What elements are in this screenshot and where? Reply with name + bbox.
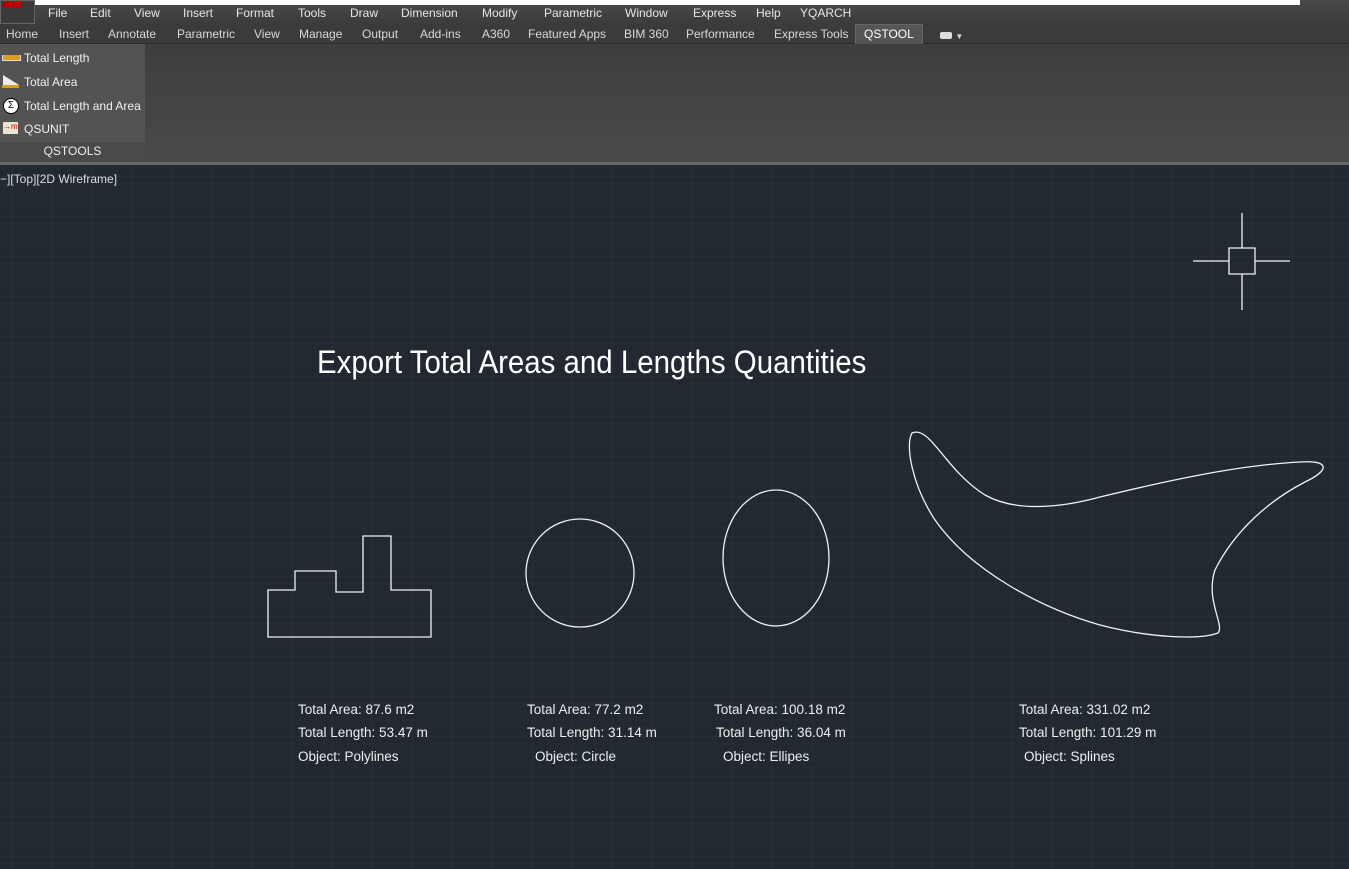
unit-icon: →m bbox=[2, 122, 20, 136]
tab-qstool[interactable]: QSTOOL bbox=[855, 24, 923, 44]
tab-annotate[interactable]: Annotate bbox=[108, 27, 156, 41]
qsunit-label: QSUNIT bbox=[24, 122, 70, 136]
tab-view[interactable]: View bbox=[254, 27, 280, 41]
polyline-area: Total Area: 87.6 m2 bbox=[298, 702, 415, 717]
menu-format[interactable]: Format bbox=[236, 6, 274, 20]
tab-add-ins[interactable]: Add-ins bbox=[420, 27, 461, 41]
ruler-icon bbox=[2, 51, 21, 65]
sigma-icon: Σ bbox=[2, 98, 20, 114]
menu-window[interactable]: Window bbox=[625, 6, 668, 20]
ellipse-area: Total Area: 100.18 m2 bbox=[714, 702, 846, 717]
menu-edit[interactable]: Edit bbox=[90, 6, 111, 20]
menu-bar: File Edit View Insert Format Tools Draw … bbox=[0, 0, 1349, 24]
qsunit-button[interactable]: →m QSUNIT bbox=[0, 118, 69, 140]
panel-toggle-icon[interactable]: ▼ bbox=[940, 28, 963, 42]
drawing-title: Export Total Areas and Lengths Quantitie… bbox=[317, 344, 867, 380]
tab-insert[interactable]: Insert bbox=[59, 27, 89, 41]
polyline-object: Object: Polylines bbox=[298, 749, 399, 764]
menu-parametric[interactable]: Parametric bbox=[544, 6, 602, 20]
menu-yqarch[interactable]: YQARCH bbox=[800, 6, 851, 20]
drawing-canvas[interactable] bbox=[0, 165, 1349, 869]
menu-draw[interactable]: Draw bbox=[350, 6, 378, 20]
total-length-button[interactable]: Total Length bbox=[0, 47, 89, 69]
menu-help[interactable]: Help bbox=[756, 6, 781, 20]
grid bbox=[0, 165, 1349, 869]
viewport-label[interactable]: −][Top][2D Wireframe] bbox=[0, 172, 117, 186]
tab-performance[interactable]: Performance bbox=[686, 27, 755, 41]
tab-parametric[interactable]: Parametric bbox=[177, 27, 235, 41]
ellipse-object: Object: Ellipes bbox=[723, 749, 810, 764]
ribbon: Total Length Total Area Σ Total Length a… bbox=[0, 44, 1349, 165]
spline-length: Total Length: 101.29 m bbox=[1019, 725, 1157, 740]
total-area-label: Total Area bbox=[24, 75, 78, 89]
menu-modify[interactable]: Modify bbox=[482, 6, 517, 20]
circle-object: Object: Circle bbox=[535, 749, 617, 764]
qstools-panel: Total Length Total Area Σ Total Length a… bbox=[0, 44, 145, 160]
menu-express[interactable]: Express bbox=[693, 6, 736, 20]
ellipse-length: Total Length: 36.04 m bbox=[716, 725, 846, 740]
tab-express-tools[interactable]: Express Tools bbox=[774, 27, 848, 41]
panel-title: QSTOOLS bbox=[0, 142, 145, 160]
title-strip bbox=[35, 0, 1300, 5]
total-length-area-button[interactable]: Σ Total Length and Area bbox=[0, 95, 141, 117]
app-logo[interactable] bbox=[0, 0, 35, 24]
menu-dimension[interactable]: Dimension bbox=[401, 6, 458, 20]
total-area-button[interactable]: Total Area bbox=[0, 71, 77, 93]
circle-area: Total Area: 77.2 m2 bbox=[527, 702, 644, 717]
spline-object: Object: Splines bbox=[1024, 749, 1115, 764]
circle-length: Total Length: 31.14 m bbox=[527, 725, 657, 740]
tab-a360[interactable]: A360 bbox=[482, 27, 510, 41]
tab-featured-apps[interactable]: Featured Apps bbox=[528, 27, 606, 41]
total-length-area-label: Total Length and Area bbox=[24, 99, 141, 113]
menu-insert[interactable]: Insert bbox=[183, 6, 213, 20]
tab-manage[interactable]: Manage bbox=[299, 27, 342, 41]
polyline-length: Total Length: 53.47 m bbox=[298, 725, 428, 740]
total-length-label: Total Length bbox=[24, 51, 90, 65]
tab-output[interactable]: Output bbox=[362, 27, 398, 41]
area-icon bbox=[2, 75, 20, 89]
tab-home[interactable]: Home bbox=[6, 27, 38, 41]
menu-view[interactable]: View bbox=[134, 6, 160, 20]
tab-bim360[interactable]: BIM 360 bbox=[624, 27, 669, 41]
menu-file[interactable]: File bbox=[48, 6, 67, 20]
menu-tools[interactable]: Tools bbox=[298, 6, 326, 20]
spline-area: Total Area: 331.02 m2 bbox=[1019, 702, 1151, 717]
ribbon-tabs: Home Insert Annotate Parametric View Man… bbox=[0, 24, 1349, 44]
